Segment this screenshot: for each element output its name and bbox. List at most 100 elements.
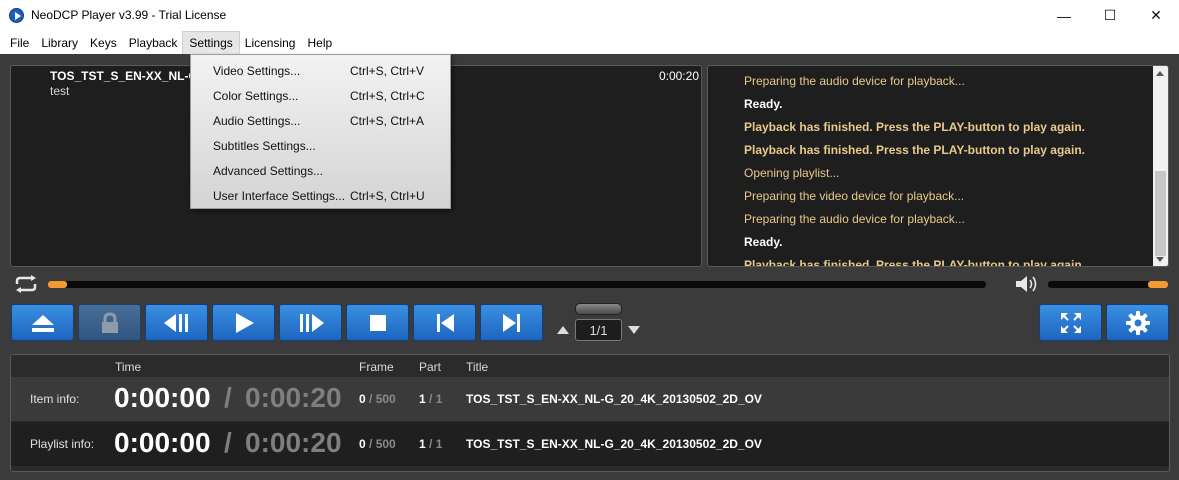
- title-bar: NeoDCP Player v3.99 - Trial License — ☐ …: [0, 0, 1179, 31]
- play-button[interactable]: [212, 304, 275, 341]
- playlist-item-subtitle: test: [50, 84, 70, 98]
- volume-slider[interactable]: [1048, 281, 1168, 288]
- playlist-title: TOS_TST_S_EN-XX_NL-G_20_4K_20130502_2D_O…: [466, 437, 762, 451]
- part-value: 1/1: [575, 319, 622, 341]
- menu-library[interactable]: Library: [35, 32, 84, 54]
- stop-icon: [369, 314, 386, 331]
- item-part: 1 / 1: [419, 392, 442, 406]
- log-line: Preparing the video device for playback.…: [744, 189, 965, 203]
- playlist-item-title[interactable]: TOS_TST_S_EN-XX_NL-G_: [50, 69, 205, 83]
- skip-next-button[interactable]: [480, 304, 543, 341]
- item-info-row: Item info: 0:00:00 / 0:00:20 0 / 500 1 /…: [11, 377, 1169, 421]
- item-part-total: / 1: [429, 392, 443, 406]
- menu-item-subtitles-settings[interactable]: Subtitles Settings...: [191, 132, 450, 157]
- menu-bar: File Library Keys Playback Settings Lice…: [0, 30, 1179, 55]
- gear-icon: [1125, 310, 1150, 335]
- loop-icon[interactable]: [13, 275, 39, 293]
- lock-button[interactable]: [78, 304, 141, 341]
- settings-button[interactable]: [1106, 304, 1169, 341]
- log-line: Playback has finished. Press the PLAY-bu…: [744, 258, 1085, 267]
- part-down-icon[interactable]: [628, 326, 640, 334]
- header-time: Time: [115, 360, 142, 374]
- menu-item-label: Video Settings...: [213, 64, 301, 78]
- lock-icon: [101, 311, 118, 333]
- playlist-info-row: Playlist info: 0:00:00 / 0:00:20 0 / 500…: [11, 422, 1169, 466]
- menu-item-label: Color Settings...: [213, 89, 299, 103]
- playlist-item-duration: 0:00:20: [658, 69, 699, 83]
- log-scrollbar[interactable]: [1153, 66, 1168, 266]
- playlist-frame-current: 0: [359, 437, 366, 451]
- playlist-part-total: / 1: [429, 437, 443, 451]
- item-info-label: Item info:: [30, 392, 80, 406]
- log-line: Playback has finished. Press the PLAY-bu…: [744, 120, 1085, 134]
- menu-item-shortcut: Ctrl+S, Ctrl+C: [350, 89, 425, 103]
- volume-icon[interactable]: [1014, 274, 1040, 294]
- menu-item-audio-settings[interactable]: Audio Settings... Ctrl+S, Ctrl+A: [191, 107, 450, 132]
- step-back-icon: [163, 313, 188, 332]
- menu-item-video-settings[interactable]: Video Settings... Ctrl+S, Ctrl+V: [191, 57, 450, 82]
- playlist-time-total: 0:00:20: [245, 427, 342, 458]
- info-panel: Time Frame Part Title Item info: 0:00:00…: [10, 354, 1170, 472]
- menu-item-color-settings[interactable]: Color Settings... Ctrl+S, Ctrl+C: [191, 82, 450, 107]
- seek-bar[interactable]: [48, 281, 986, 288]
- menu-item-label: User Interface Settings...: [213, 189, 346, 203]
- log-line: Opening playlist...: [744, 166, 840, 180]
- item-frame-total: / 500: [369, 392, 396, 406]
- close-button[interactable]: ✕: [1133, 0, 1179, 31]
- fullscreen-button[interactable]: [1039, 304, 1102, 341]
- step-forward-icon: [299, 313, 324, 332]
- log-line: Playback has finished. Press the PLAY-bu…: [744, 143, 1085, 157]
- volume-level: [1147, 281, 1168, 288]
- playlist-info-label: Playlist info:: [30, 437, 95, 451]
- item-title: TOS_TST_S_EN-XX_NL-G_20_4K_20130502_2D_O…: [466, 392, 762, 406]
- item-time-current: 0:00:00: [114, 382, 211, 413]
- play-icon: [235, 312, 254, 333]
- stop-button[interactable]: [346, 304, 409, 341]
- item-time-total: 0:00:20: [245, 382, 342, 413]
- settings-dropdown-menu: Video Settings... Ctrl+S, Ctrl+V Color S…: [190, 54, 451, 209]
- part-up-icon[interactable]: [557, 326, 569, 334]
- scroll-down-icon[interactable]: [1156, 257, 1164, 262]
- seek-progress: [48, 281, 67, 288]
- next-frame-button[interactable]: [279, 304, 342, 341]
- scroll-up-icon[interactable]: [1156, 71, 1164, 76]
- menu-item-shortcut: Ctrl+S, Ctrl+V: [350, 64, 425, 78]
- previous-frame-button[interactable]: [145, 304, 208, 341]
- menu-file[interactable]: File: [4, 32, 35, 54]
- skip-next-icon: [502, 313, 520, 332]
- eject-button[interactable]: [11, 304, 74, 341]
- playlist-frame-total: / 500: [369, 437, 396, 451]
- log-line: Ready.: [744, 97, 783, 111]
- menu-item-label: Advanced Settings...: [213, 164, 324, 178]
- scroll-thumb[interactable]: [1155, 171, 1166, 256]
- log-line: Ready.: [744, 235, 783, 249]
- playlist-frame: 0 / 500: [359, 437, 396, 451]
- menu-item-shortcut: Ctrl+S, Ctrl+A: [350, 114, 425, 128]
- menu-keys[interactable]: Keys: [84, 32, 123, 54]
- item-time-separator: /: [224, 382, 232, 413]
- minimize-button[interactable]: —: [1041, 0, 1087, 31]
- menu-playback[interactable]: Playback: [123, 32, 184, 54]
- skip-previous-button[interactable]: [413, 304, 476, 341]
- playlist-part-current: 1: [419, 437, 426, 451]
- item-frame-current: 0: [359, 392, 366, 406]
- skip-previous-icon: [436, 313, 454, 332]
- playlist-time-current: 0:00:00: [114, 427, 211, 458]
- log-panel: Preparing the audio device for playback.…: [707, 65, 1169, 267]
- eject-icon: [31, 314, 54, 332]
- header-title: Title: [466, 360, 489, 374]
- main-area: TOS_TST_S_EN-XX_NL-G_ test 0:00:20 Prepa…: [0, 54, 1179, 480]
- fullscreen-icon: [1060, 312, 1081, 333]
- playlist-part: 1 / 1: [419, 437, 442, 451]
- menu-item-shortcut: Ctrl+S, Ctrl+U: [350, 189, 425, 203]
- log-line: Preparing the audio device for playback.…: [744, 74, 965, 88]
- header-frame: Frame: [359, 360, 394, 374]
- menu-item-user-interface-settings[interactable]: User Interface Settings... Ctrl+S, Ctrl+…: [191, 182, 450, 207]
- log-line: Preparing the audio device for playback.…: [744, 212, 965, 226]
- header-part: Part: [419, 360, 442, 374]
- window-title: NeoDCP Player v3.99 - Trial License: [31, 8, 227, 22]
- item-frame: 0 / 500: [359, 392, 396, 406]
- maximize-button[interactable]: ☐: [1087, 0, 1133, 31]
- menu-item-label: Subtitles Settings...: [213, 139, 316, 153]
- menu-item-advanced-settings[interactable]: Advanced Settings...: [191, 157, 450, 182]
